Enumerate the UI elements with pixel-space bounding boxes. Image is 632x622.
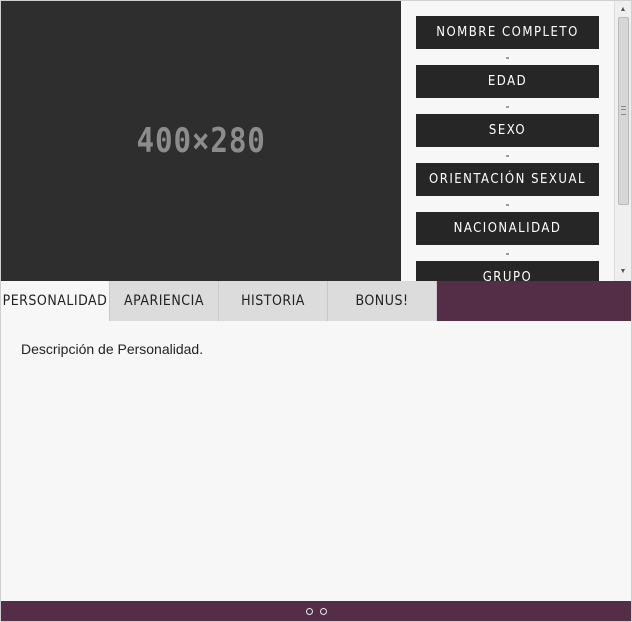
info-field-list: NOMBRE COMPLETO - EDAD - SEXO - ORIENTAC…: [416, 16, 599, 281]
field-group: GRUPO: [416, 261, 599, 281]
grip-icon: [621, 106, 626, 115]
field-sexual-orientation: ORIENTACIÓN SEXUAL: [416, 163, 599, 196]
pager-bar: [1, 601, 631, 621]
info-panel[interactable]: NOMBRE COMPLETO - EDAD - SEXO - ORIENTAC…: [401, 1, 631, 281]
pager-dot-2[interactable]: [319, 607, 327, 615]
info-panel-scrollbar[interactable]: ▲ ▼: [614, 1, 631, 281]
field-sex: SEXO: [416, 114, 599, 147]
field-full-name: NOMBRE COMPLETO: [416, 16, 599, 49]
separator: -: [505, 99, 510, 113]
triangle-down-icon[interactable]: ▼: [615, 265, 631, 279]
tab-bar: PERSONALIDAD APARIENCIA HISTORIA BONUS!: [1, 281, 631, 321]
tab-apariencia[interactable]: APARIENCIA: [110, 281, 219, 321]
field-nationality: NACIONALIDAD: [416, 212, 599, 245]
scrollbar-thumb[interactable]: [618, 17, 629, 205]
field-age: EDAD: [416, 65, 599, 98]
separator: -: [505, 246, 510, 260]
tab-historia[interactable]: HISTORIA: [219, 281, 328, 321]
character-profile-card: 400×280 NOMBRE COMPLETO - EDAD - SEXO - …: [0, 0, 632, 622]
separator: -: [505, 50, 510, 64]
separator: -: [505, 197, 510, 211]
tab-content-panel: Descripción de Personalidad.: [1, 321, 631, 601]
triangle-up-icon[interactable]: ▲: [615, 3, 631, 17]
tab-content-text: Descripción de Personalidad.: [21, 341, 204, 357]
pager-dot-1[interactable]: [305, 607, 313, 615]
tab-personalidad[interactable]: PERSONALIDAD: [1, 281, 110, 321]
image-placeholder: 400×280: [1, 1, 401, 281]
image-placeholder-text: 400×280: [136, 121, 266, 161]
tab-bonus[interactable]: BONUS!: [328, 281, 437, 321]
separator: -: [505, 148, 510, 162]
